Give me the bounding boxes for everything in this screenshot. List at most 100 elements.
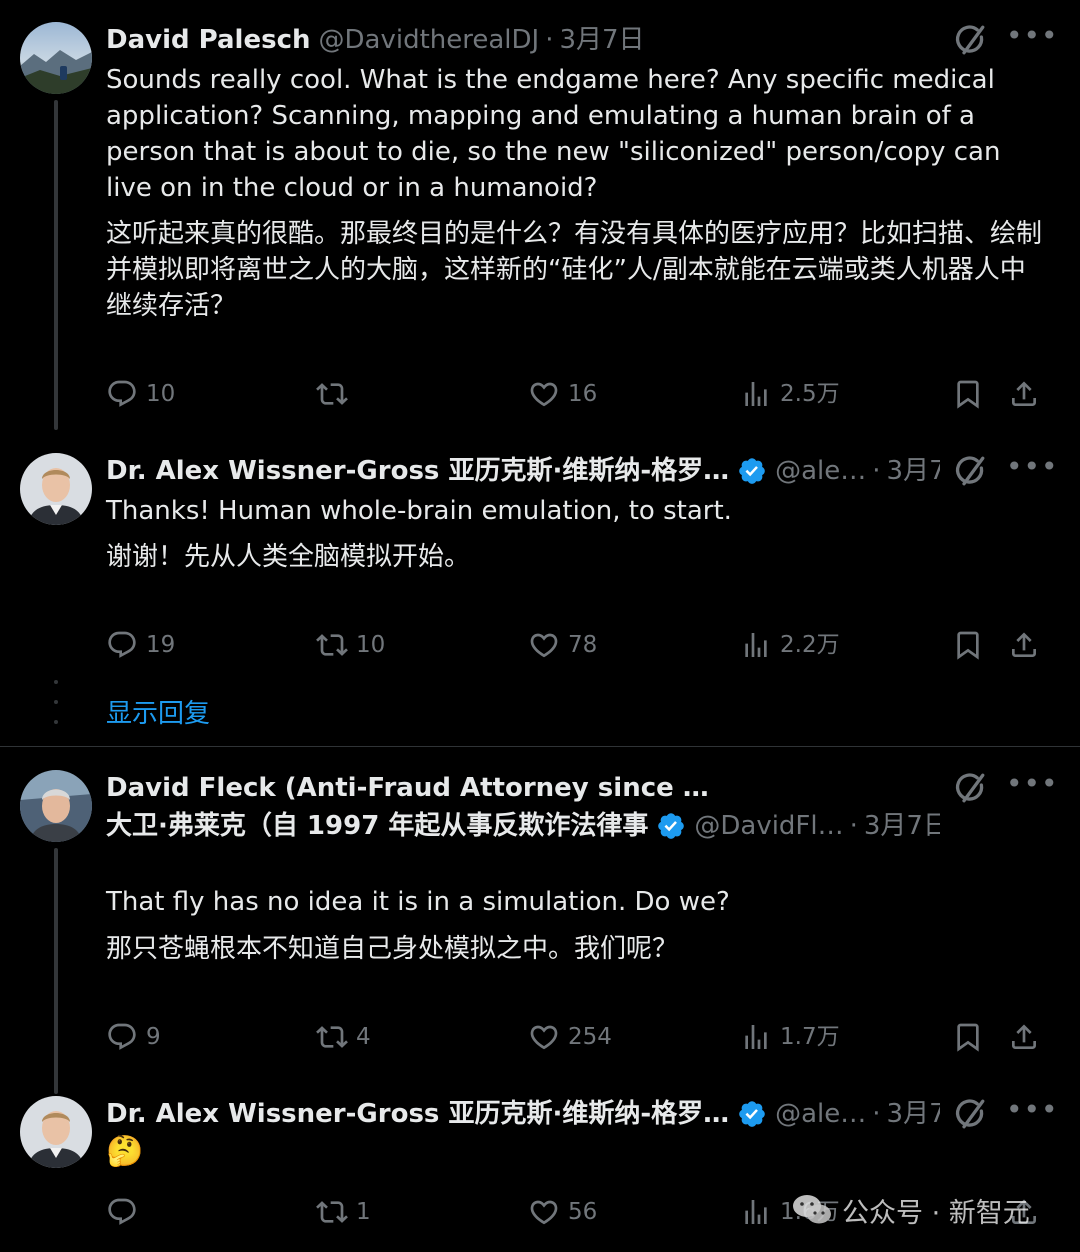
like-button[interactable]: 78	[528, 625, 597, 665]
grok-icon[interactable]	[952, 22, 988, 58]
retweet-icon	[316, 378, 348, 410]
thread-line	[54, 848, 58, 1094]
like-icon	[528, 378, 560, 410]
retweet-count: 10	[356, 632, 386, 658]
share-button[interactable]	[1008, 1017, 1048, 1057]
share-button[interactable]	[1008, 625, 1048, 665]
views-button[interactable]: 2.5万	[740, 374, 840, 414]
separator: ·	[545, 25, 554, 55]
view-count: 2.5万	[780, 381, 840, 407]
views-button[interactable]: 1.7万	[740, 1017, 840, 1057]
show-replies-link[interactable]: 显示回复	[106, 694, 210, 734]
bookmark-button[interactable]	[952, 1017, 992, 1057]
author-name-zh[interactable]: 大卫·弗莱克（自 1997 年起从事反欺诈法律事	[106, 808, 648, 844]
divider	[0, 746, 1080, 747]
tweet-text-zh: 那只苍蝇根本不知道自己身处模拟之中。我们呢？	[106, 934, 679, 964]
grok-icon[interactable]	[952, 770, 988, 806]
like-count: 16	[568, 381, 598, 407]
more-icon[interactable]: •••	[1006, 770, 1058, 806]
thread-dots	[54, 700, 58, 704]
author-handle[interactable]: @ale…	[775, 453, 866, 489]
reply-icon	[106, 629, 138, 661]
author-handle[interactable]: @DavidFl…	[694, 808, 843, 844]
separator: ·	[872, 1099, 881, 1129]
watermark-text: 公众号 · 新智元	[842, 1197, 1030, 1229]
tweet-header-line2: 大卫·弗莱克（自 1997 年起从事反欺诈法律事 @DavidFl… · 3月7…	[106, 808, 940, 844]
avatar[interactable]	[20, 1096, 92, 1168]
share-icon	[1008, 1021, 1040, 1053]
views-button[interactable]: 2.2万	[740, 625, 840, 665]
tweet-header: David Palesch @DavidtherealDJ · 3月7日	[106, 22, 940, 58]
share-icon	[1008, 629, 1040, 661]
thread-dots	[54, 720, 58, 724]
action-bar: 19 10 78 2.2万	[106, 625, 1036, 665]
retweet-icon	[316, 629, 348, 661]
views-icon	[740, 378, 772, 410]
like-button[interactable]: 56	[528, 1192, 597, 1232]
bookmark-icon	[952, 629, 984, 661]
retweet-button[interactable]: 4	[316, 1017, 371, 1057]
avatar[interactable]	[20, 22, 92, 94]
more-icon[interactable]: •••	[1006, 22, 1058, 58]
share-button[interactable]	[1008, 374, 1048, 414]
tweet-date[interactable]: 3月7日	[864, 808, 940, 844]
reply-icon	[106, 1196, 138, 1228]
watermark: 公众号 · 新智元	[790, 1188, 1030, 1232]
retweet-icon	[316, 1196, 348, 1228]
tweet-date[interactable]: 3月7日	[887, 1096, 940, 1132]
reply-icon	[106, 1021, 138, 1053]
thread-line	[54, 100, 58, 430]
tweet-date[interactable]: 3月7日	[887, 453, 940, 489]
like-icon	[528, 1196, 560, 1228]
verified-icon	[737, 456, 767, 486]
views-icon	[740, 1196, 772, 1228]
action-bar: 9 4 254 1.7万	[106, 1017, 1036, 1057]
retweet-button[interactable]: 10	[316, 625, 385, 665]
more-icon[interactable]: •••	[1006, 1096, 1058, 1132]
tweet-header: Dr. Alex Wissner-Gross 亚历克斯·维斯纳-格罗… @ale…	[106, 1096, 940, 1132]
view-count: 2.2万	[780, 632, 840, 658]
tweet-date[interactable]: 3月7日	[559, 22, 644, 58]
action-bar: 10 16 2.5万	[106, 374, 1036, 414]
share-icon	[1008, 378, 1040, 410]
tweet-header: Dr. Alex Wissner-Gross 亚历克斯·维斯纳-格罗… @ale…	[106, 453, 940, 489]
author-handle[interactable]: @DavidtherealDJ	[319, 22, 540, 58]
bookmark-button[interactable]	[952, 625, 992, 665]
tweet-text-zh: 这听起来真的很酷。那最终目的是什么？有没有具体的医疗应用？比如扫描、绘制并模拟即…	[106, 219, 1043, 321]
reply-button[interactable]: 10	[106, 374, 175, 414]
author-name[interactable]: David Fleck (Anti-Fraud Attorney since …	[106, 770, 709, 806]
reply-count: 10	[146, 381, 176, 407]
bookmark-icon	[952, 1021, 984, 1053]
reply-button[interactable]: 9	[106, 1017, 161, 1057]
tweet-header: David Fleck (Anti-Fraud Attorney since …	[106, 770, 940, 806]
retweet-count: 4	[356, 1024, 371, 1050]
like-count: 56	[568, 1199, 598, 1225]
avatar[interactable]	[20, 770, 92, 842]
reply-count: 19	[146, 632, 176, 658]
grok-icon[interactable]	[952, 1096, 988, 1132]
views-icon	[740, 1021, 772, 1053]
retweet-button[interactable]	[316, 374, 356, 414]
author-handle[interactable]: @ale…	[775, 1096, 866, 1132]
thread-dots	[54, 680, 58, 684]
author-name[interactable]: David Palesch	[106, 22, 311, 58]
separator: ·	[872, 456, 881, 486]
reply-button[interactable]	[106, 1192, 146, 1232]
bookmark-button[interactable]	[952, 374, 992, 414]
retweet-count: 1	[356, 1199, 371, 1225]
tweet-text-en: Thanks! Human whole-brain emulation, to …	[106, 496, 732, 526]
tweet-text-en: Sounds really cool. What is the endgame …	[106, 65, 1001, 203]
like-button[interactable]: 254	[528, 1017, 612, 1057]
reply-button[interactable]: 19	[106, 625, 175, 665]
author-name[interactable]: Dr. Alex Wissner-Gross 亚历克斯·维斯纳-格罗…	[106, 1096, 729, 1132]
reply-icon	[106, 378, 138, 410]
author-name[interactable]: Dr. Alex Wissner-Gross 亚历克斯·维斯纳-格罗…	[106, 453, 729, 489]
like-count: 78	[568, 632, 598, 658]
tweet-emoji: 🤔	[106, 1134, 144, 1169]
avatar[interactable]	[20, 453, 92, 525]
like-button[interactable]: 16	[528, 374, 597, 414]
retweet-button[interactable]: 1	[316, 1192, 371, 1232]
more-icon[interactable]: •••	[1006, 453, 1058, 489]
separator: ·	[849, 811, 858, 841]
grok-icon[interactable]	[952, 453, 988, 489]
